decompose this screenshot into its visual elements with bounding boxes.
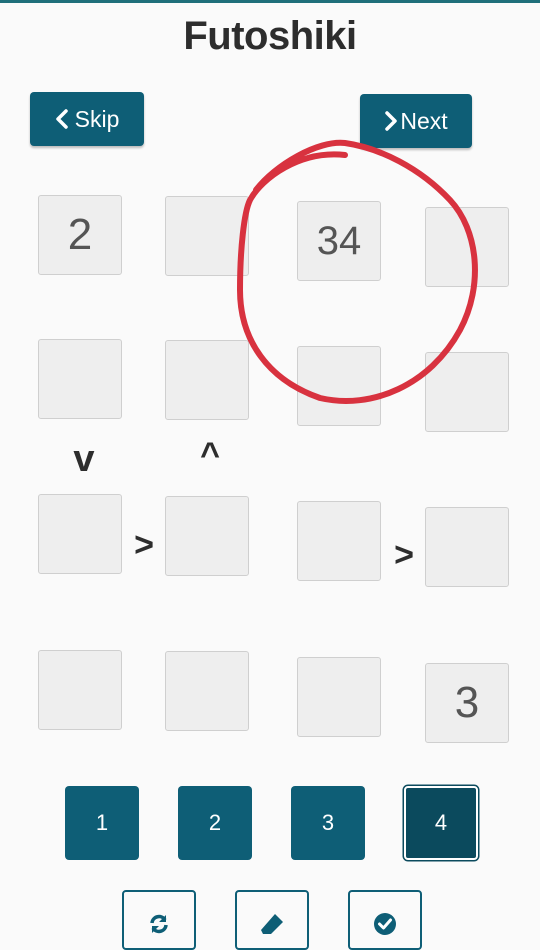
grid-cell-r3-c1[interactable] [165, 651, 249, 731]
grid-cell-r0-c3[interactable] [425, 207, 509, 287]
number-button-2[interactable]: 2 [178, 786, 252, 860]
constraint-less-below-c1: ^ [200, 436, 220, 474]
top-accent-line [0, 0, 540, 3]
erase-button[interactable] [235, 890, 309, 950]
grid-cell-r3-c2[interactable] [297, 657, 381, 737]
skip-button[interactable]: Skip [30, 92, 144, 146]
constraint-greater-r2-c2-c3: > [394, 536, 414, 574]
grid-cell-r1-c2[interactable] [297, 346, 381, 426]
reset-button[interactable] [122, 890, 196, 950]
grid-cell-r0-c2[interactable]: 34 [297, 201, 381, 281]
chevron-left-icon [55, 109, 68, 129]
grid-cell-r3-c0[interactable] [38, 650, 122, 730]
grid-cell-r2-c2[interactable] [297, 501, 381, 581]
grid-cell-r0-c1[interactable] [165, 196, 249, 276]
grid-cell-r2-c0[interactable] [38, 494, 122, 574]
check-button[interactable] [348, 890, 422, 950]
grid-cell-r1-c1[interactable] [165, 340, 249, 420]
number-button-1[interactable]: 1 [65, 786, 139, 860]
refresh-icon [150, 914, 168, 934]
grid-cell-r2-c3[interactable] [425, 507, 509, 587]
constraint-greater-below-c0: v [73, 438, 95, 480]
number-button-3[interactable]: 3 [291, 786, 365, 860]
next-button[interactable]: Next [360, 94, 472, 148]
constraint-greater-r2-c0-c1: > [134, 526, 154, 564]
number-button-4[interactable]: 4 [404, 786, 478, 860]
grid-cell-r3-c3[interactable]: 3 [425, 663, 509, 743]
grid-cell-r1-c0[interactable] [38, 339, 122, 419]
chevron-right-icon [385, 111, 398, 131]
eraser-icon [261, 914, 283, 934]
next-label: Next [400, 107, 448, 134]
grid-cell-r1-c3[interactable] [425, 352, 509, 432]
skip-label: Skip [74, 105, 120, 132]
grid-cell-r0-c0[interactable]: 2 [38, 195, 122, 275]
check-icon [374, 913, 396, 935]
page-title: Futoshiki [183, 14, 357, 58]
grid-cell-r2-c1[interactable] [165, 496, 249, 576]
